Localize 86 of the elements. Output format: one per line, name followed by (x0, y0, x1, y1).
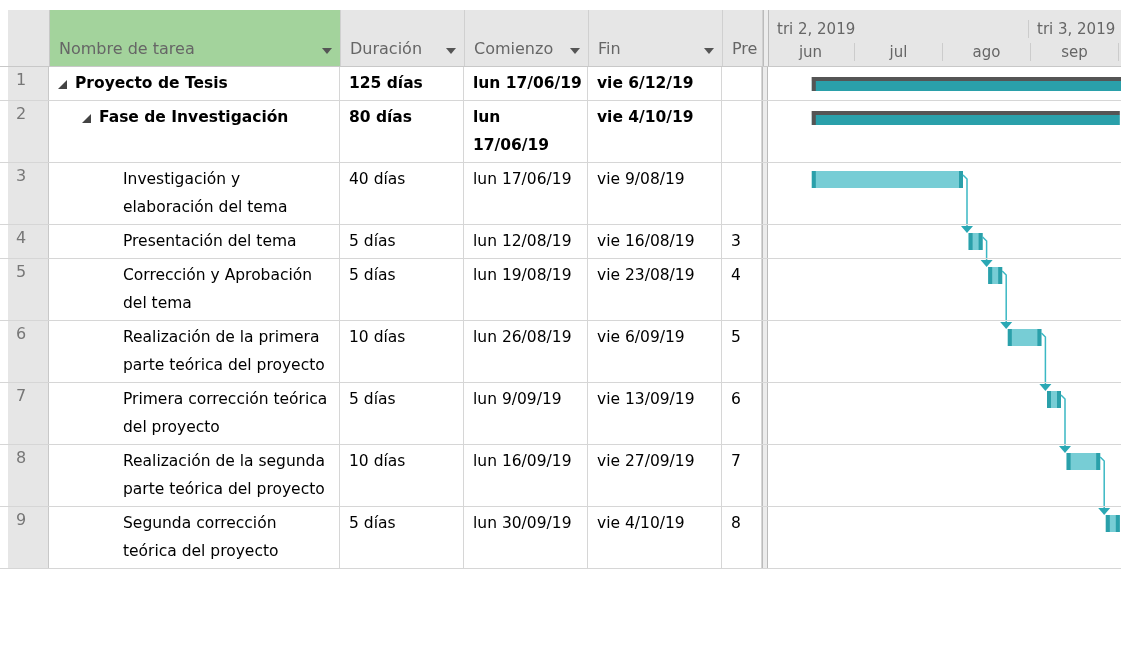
finish-date-cell: vie 13/09/19 (588, 383, 722, 444)
start-date: lun 17/06/19 (473, 169, 572, 190)
task-bar[interactable] (988, 267, 1003, 284)
dropdown-icon[interactable] (570, 48, 580, 54)
task-name: Fase de Investigación (99, 108, 289, 126)
dependency-line (1099, 456, 1105, 506)
dropdown-icon[interactable] (446, 48, 456, 54)
column-title: Pre (732, 39, 758, 58)
dependency-arrow (1098, 507, 1111, 515)
row-number: 4 (8, 225, 49, 258)
row-number: 1 (8, 67, 49, 100)
duration-cell: 5 días (340, 383, 464, 444)
row-number: 8 (8, 445, 49, 506)
dropdown-icon[interactable] (322, 48, 332, 54)
task-bar[interactable] (1047, 391, 1061, 408)
finish-date-cell: vie 9/08/19 (588, 163, 722, 224)
task-name: Realización de la primera parte teórica del proyecto (123, 328, 325, 374)
month-label: ago (943, 43, 1031, 61)
month-label: jun (769, 43, 855, 61)
task-name: Proyecto de Tesis (75, 74, 228, 92)
task-name: Segunda corrección teórica del proyecto (123, 514, 279, 560)
duration-cell: 5 días (340, 259, 464, 320)
finish-date-cell: vie 27/09/19 (588, 445, 722, 506)
finish-date-cell: vie 4/10/19 (588, 101, 722, 162)
duration-cell: 10 días (340, 445, 464, 506)
duration-cell: 125 días (340, 67, 464, 100)
column-header[interactable]: Nombre de tarea (50, 10, 341, 66)
quarter-label: tri 3, 2019 (1036, 20, 1116, 38)
dependency-arrow (1059, 445, 1071, 453)
finish-date-cell: vie 6/12/19 (588, 67, 722, 100)
task-bar[interactable] (1066, 453, 1101, 470)
quarter-label: tri 2, 2019 (769, 20, 1029, 38)
month-label: sep (1031, 43, 1119, 61)
column-title: Duración (350, 39, 422, 58)
task-bar[interactable] (1007, 329, 1042, 346)
finish-date-cell: vie 23/08/19 (588, 259, 722, 320)
column-header[interactable]: Fin (589, 10, 723, 66)
task-bar[interactable] (968, 233, 983, 250)
column-header[interactable]: Pre (723, 10, 763, 66)
task-name: Realización de la segunda parte teórica del proyecto (123, 452, 325, 498)
select-all-corner[interactable] (8, 10, 50, 66)
row-number: 7 (8, 383, 49, 444)
start-date: lun 12/08/19 (473, 231, 572, 252)
row-number: 5 (8, 259, 49, 320)
row-number: 2 (8, 101, 49, 162)
dependency-line (1060, 394, 1066, 444)
summary-bar[interactable] (811, 77, 1121, 91)
finish-date-cell: vie 6/09/19 (588, 321, 722, 382)
collapse-icon[interactable] (82, 114, 91, 123)
column-title: Nombre de tarea (59, 39, 195, 58)
duration-cell: 5 días (340, 507, 464, 568)
column-title: Comienzo (474, 39, 554, 58)
dropdown-icon[interactable] (704, 48, 714, 54)
task-name: Primera corrección teórica del proyecto (123, 390, 328, 436)
column-header[interactable]: Comienzo (465, 10, 589, 66)
dependency-line (1040, 332, 1047, 382)
task-name: Presentación del tema (123, 232, 297, 250)
dependency-arrow (1039, 383, 1052, 391)
column-title: Fin (598, 39, 621, 58)
summary-bar[interactable] (811, 111, 1120, 125)
finish-date-cell: vie 16/08/19 (588, 225, 722, 258)
dependency-arrow (980, 259, 993, 267)
collapse-icon[interactable] (58, 80, 67, 89)
start-date: lun 16/09/19 (473, 451, 572, 472)
finish-date-cell: vie 4/10/19 (588, 507, 722, 568)
row-number: 3 (8, 163, 49, 224)
duration-cell: 10 días (340, 321, 464, 382)
task-bar[interactable] (811, 171, 963, 188)
task-bar[interactable] (1105, 515, 1120, 532)
dependency-arrow (1000, 321, 1013, 329)
task-name: Corrección y Aprobación del tema (123, 266, 313, 312)
row-number: 6 (8, 321, 49, 382)
start-date: lun 30/09/19 (473, 513, 572, 534)
column-header[interactable]: Duración (341, 10, 465, 66)
duration-cell: 40 días (340, 163, 464, 224)
start-date: lun 19/08/19 (473, 265, 572, 286)
start-date: lun 9/09/19 (473, 389, 562, 410)
duration-cell: 80 días (340, 101, 464, 162)
dependency-arrow (961, 225, 973, 233)
duration-cell: 5 días (340, 225, 464, 258)
month-label: jul (855, 43, 943, 61)
task-name: Investigación y elaboración del tema (123, 170, 288, 216)
dependency-line (1001, 270, 1007, 320)
row-number: 9 (8, 507, 49, 568)
dependency-line (962, 174, 968, 224)
start-date: lun 26/08/19 (473, 327, 572, 348)
